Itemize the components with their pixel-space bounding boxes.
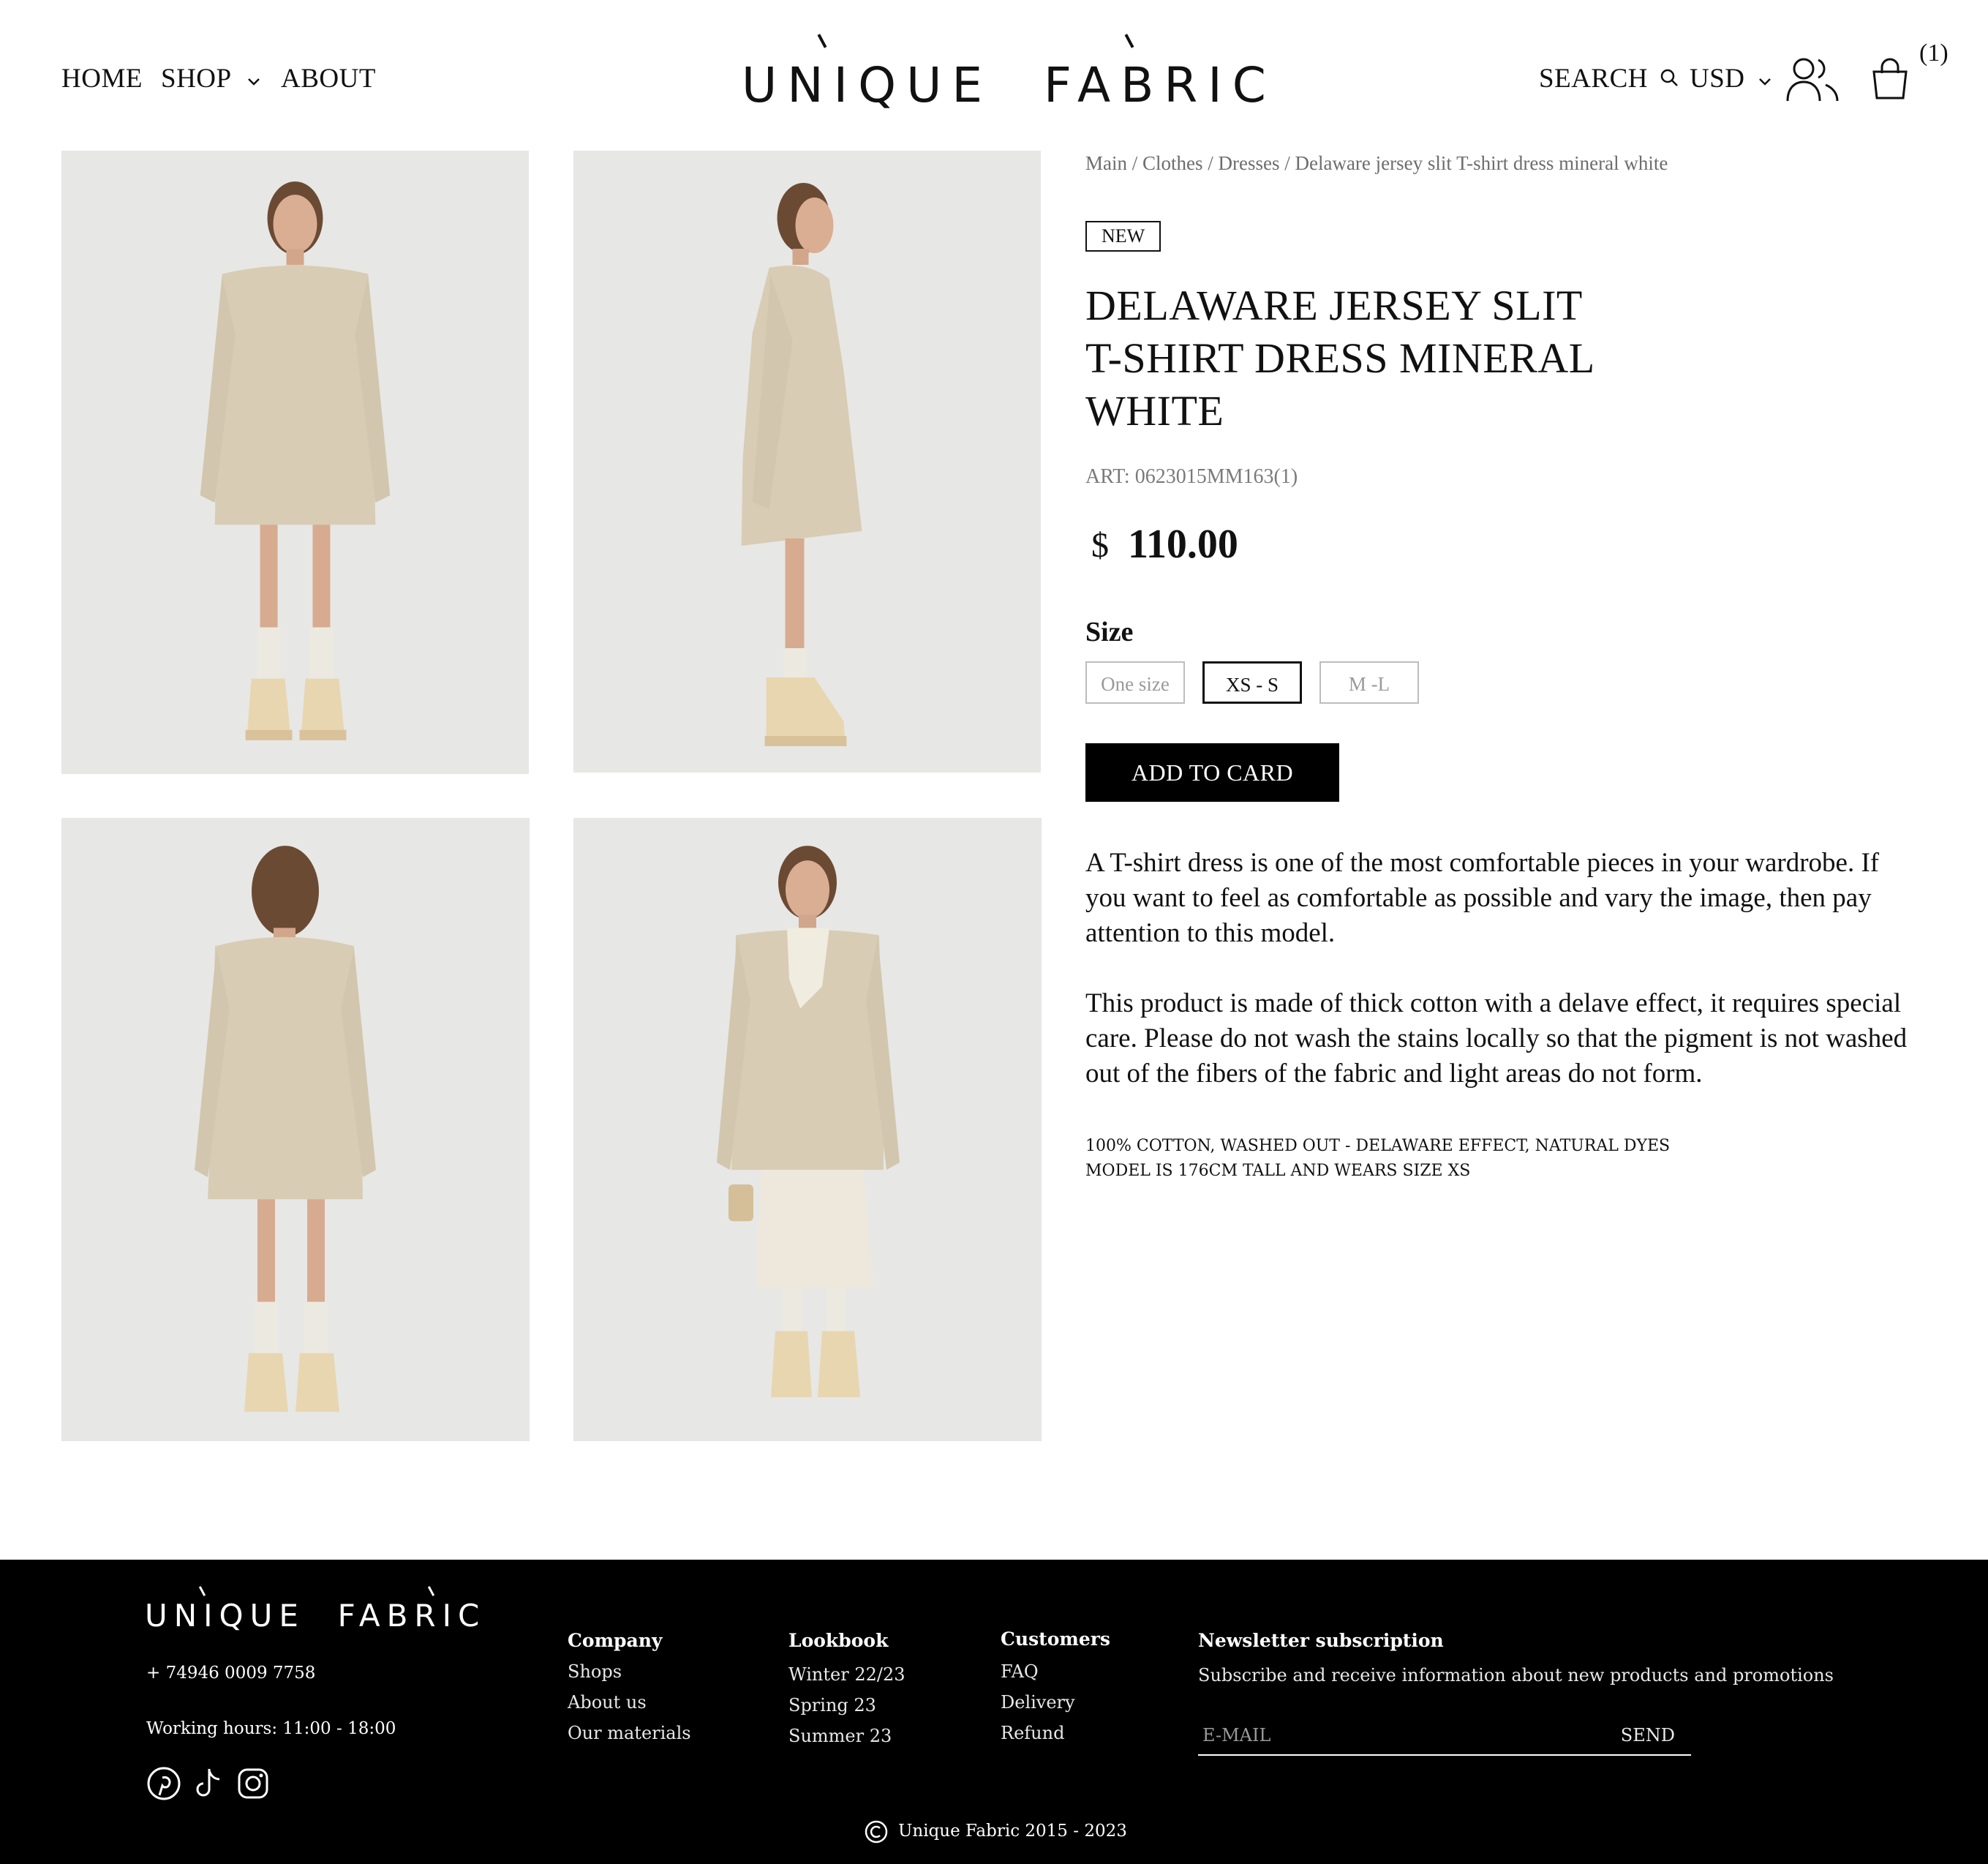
nav-shop-label: SHOP [161, 64, 231, 94]
pinterest-icon[interactable] [146, 1766, 181, 1805]
breadcrumb[interactable]: Main / Clothes / Dresses / Delaware jers… [1085, 152, 1668, 175]
copyright-icon [865, 1820, 888, 1847]
size-label: Size [1085, 617, 1134, 647]
newsletter-text: Subscribe and receive information about … [1198, 1665, 1834, 1686]
newsletter-send-button[interactable]: SEND [1621, 1725, 1675, 1745]
search-icon [1660, 63, 1679, 94]
new-badge: NEW [1085, 221, 1161, 252]
footer-link-delivery[interactable]: Delivery [1001, 1692, 1110, 1713]
site-logo[interactable]: UNIQUE FABRIC [742, 34, 1266, 113]
cart-count: (1) [1919, 40, 1949, 67]
footer-column-title: Lookbook [788, 1630, 889, 1651]
currency-value: USD [1690, 64, 1745, 94]
footer-column-lookbook: Lookbook Winter 22/23 Spring 23 Summer 2… [788, 1630, 905, 1746]
nav-about[interactable]: ABOUT [281, 63, 376, 94]
footer-link-refund[interactable]: Refund [1001, 1723, 1110, 1743]
search-label: SEARCH [1539, 64, 1648, 94]
product-title: DELAWARE JERSEY SLIT T-SHIRT DRESS MINER… [1085, 279, 1595, 437]
product-description-2: This product is made of thick cotton wit… [1085, 988, 1908, 1089]
footer-link-our-materials[interactable]: Our materials [568, 1723, 691, 1743]
product-photo-styled[interactable] [573, 818, 1042, 1441]
size-option-one-size[interactable]: One size [1085, 661, 1185, 704]
footer-column-company: Company Shops About us Our materials [568, 1630, 691, 1743]
product-photo-front[interactable] [61, 151, 529, 774]
product-specs: 100% COTTON, WASHED OUT - DELAWARE EFFEC… [1085, 1134, 1670, 1184]
product-price: 110.00 [1128, 522, 1238, 567]
footer-column-title: Customers [1001, 1628, 1110, 1650]
spec-line: MODEL IS 176CM TALL AND WEARS SIZE XS [1085, 1162, 1471, 1180]
instagram-icon[interactable] [236, 1766, 271, 1805]
account-icon[interactable] [1785, 56, 1840, 108]
footer-column-title: Company [568, 1630, 663, 1651]
newsletter-form: SEND [1198, 1718, 1691, 1756]
site-footer: UNIQUE FABRIC + 74946 0009 7758 Working … [0, 1560, 1988, 1864]
product-photo-side[interactable] [573, 151, 1041, 773]
logo-text: UNIQUE FABRIC [742, 57, 1276, 113]
currency-symbol: $ [1091, 526, 1109, 565]
spec-line: 100% COTTON, WASHED OUT - DELAWARE EFFEC… [1085, 1137, 1671, 1155]
footer-link-about-us[interactable]: About us [568, 1692, 691, 1713]
footer-link-faq[interactable]: FAQ [1001, 1661, 1110, 1682]
cart-icon[interactable] [1870, 57, 1910, 105]
footer-link-winter[interactable]: Winter 22/23 [788, 1664, 905, 1685]
chevron-down-icon [246, 63, 261, 94]
email-input[interactable] [1198, 1721, 1616, 1750]
nav-shop[interactable]: SHOP [161, 63, 261, 94]
product-title-line: WHITE [1085, 387, 1224, 435]
footer-logo-text: UNIQUE FABRIC [145, 1598, 486, 1634]
currency-select[interactable]: USD [1690, 63, 1772, 94]
product-photo-back[interactable] [61, 818, 530, 1441]
product-title-line: T-SHIRT DRESS MINERAL [1085, 334, 1595, 382]
article-number: ART: 0623015MM163(1) [1085, 465, 1298, 488]
footer-hours: Working hours: 11:00 - 18:00 [146, 1719, 396, 1738]
newsletter-title: Newsletter subscription [1198, 1630, 1444, 1651]
tiktok-icon[interactable] [192, 1766, 224, 1805]
product-description-1: A T-shirt dress is one of the most comfo… [1085, 848, 1880, 948]
search-button[interactable]: SEARCH [1539, 63, 1679, 94]
nav-home[interactable]: HOME [61, 63, 143, 94]
footer-link-shops[interactable]: Shops [568, 1661, 691, 1682]
footer-logo[interactable]: UNIQUE FABRIC [145, 1586, 479, 1634]
chevron-down-icon [1758, 63, 1772, 94]
add-to-cart-button[interactable]: ADD TO CARD [1085, 743, 1339, 802]
copyright-text: Unique Fabric 2015 - 2023 [898, 1822, 1127, 1841]
size-option-m-l[interactable]: M -L [1319, 661, 1419, 704]
product-title-line: DELAWARE JERSEY SLIT [1085, 282, 1583, 329]
size-option-xs-s[interactable]: XS - S [1202, 661, 1302, 704]
footer-link-summer[interactable]: Summer 23 [788, 1726, 905, 1746]
footer-column-customers: Customers FAQ Delivery Refund [1001, 1628, 1110, 1743]
footer-link-spring[interactable]: Spring 23 [788, 1695, 905, 1715]
footer-phone[interactable]: + 74946 0009 7758 [146, 1664, 315, 1683]
